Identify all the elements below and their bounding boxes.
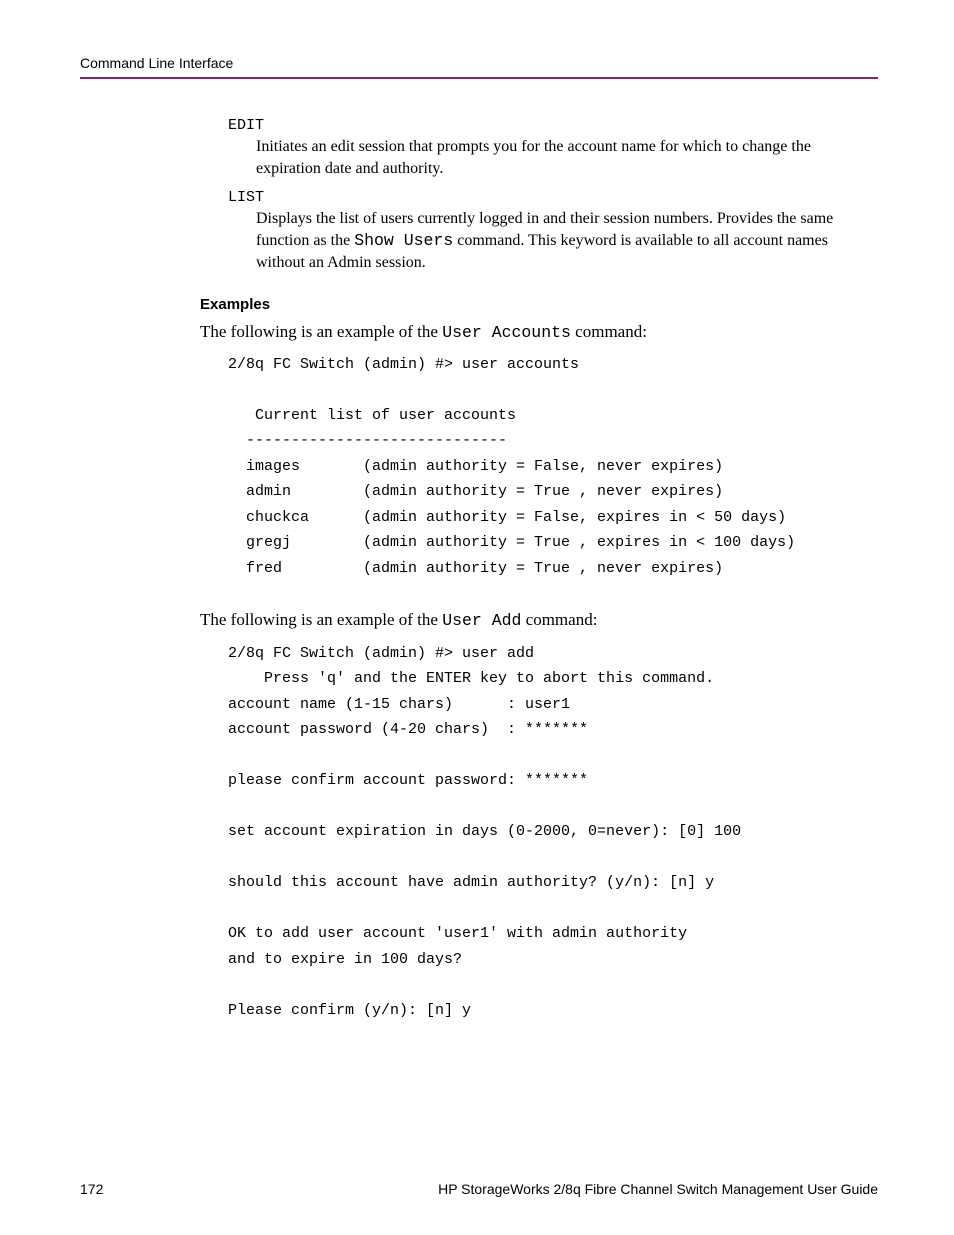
intro1-code: User Accounts <box>442 323 571 342</box>
examples-heading: Examples <box>200 296 878 313</box>
page-number: 172 <box>80 1181 103 1197</box>
intro2-post: command: <box>521 610 597 629</box>
examples-intro-1: The following is an example of the User … <box>200 321 878 344</box>
running-header: Command Line Interface <box>80 55 878 71</box>
intro1-post: command: <box>571 322 647 341</box>
page: Command Line Interface EDIT Initiates an… <box>0 0 954 1235</box>
doc-title-footer: HP StorageWorks 2/8q Fibre Channel Switc… <box>438 1181 878 1197</box>
def-edit: Initiates an edit session that prompts y… <box>256 136 878 179</box>
code-block-user-add: 2/8q FC Switch (admin) #> user add Press… <box>228 641 878 1024</box>
code-block-user-accounts: 2/8q FC Switch (admin) #> user accounts … <box>228 352 878 582</box>
content-body: EDIT Initiates an edit session that prom… <box>80 117 878 1023</box>
header-rule <box>80 77 878 79</box>
page-footer: 172 HP StorageWorks 2/8q Fibre Channel S… <box>80 1181 878 1197</box>
def-list: Displays the list of users currently log… <box>256 208 878 273</box>
intro2-code: User Add <box>442 611 521 630</box>
term-edit: EDIT <box>228 117 878 134</box>
intro1-pre: The following is an example of the <box>200 322 442 341</box>
intro2-pre: The following is an example of the <box>200 610 442 629</box>
examples-intro-2: The following is an example of the User … <box>200 609 878 632</box>
def-list-code: Show Users <box>354 231 453 250</box>
term-list: LIST <box>228 189 878 206</box>
